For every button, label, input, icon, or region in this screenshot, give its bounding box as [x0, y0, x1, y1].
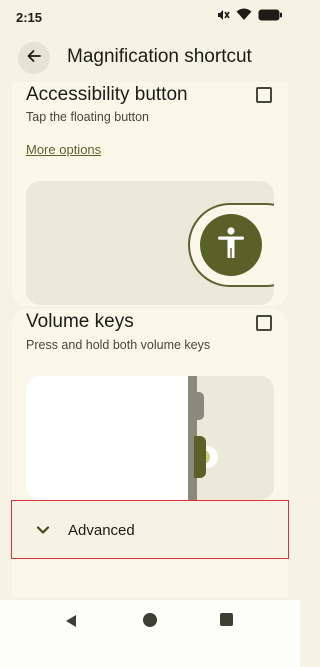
accessibility-person-icon: [216, 226, 246, 265]
phone-screen-illustration: [26, 376, 188, 500]
nav-home-icon[interactable]: [143, 613, 157, 627]
battery-icon: [258, 8, 282, 26]
more-options-link[interactable]: More options: [26, 142, 101, 157]
accessibility-button-preview: [26, 181, 274, 305]
volume-keys-title: Volume keys: [26, 311, 134, 332]
volume-keys-preview: [26, 376, 274, 500]
app-bar: Magnification shortcut: [0, 34, 300, 82]
chevron-down-icon: [34, 521, 52, 539]
arrow-back-icon: [26, 48, 42, 69]
accessibility-button-title: Accessibility button: [26, 84, 188, 105]
page-title: Magnification shortcut: [67, 46, 252, 67]
advanced-label: Advanced: [68, 522, 135, 539]
volume-keys-description: Press and hold both volume keys: [26, 338, 211, 352]
volume-up-key-illustration: [194, 392, 204, 420]
volume-down-key-illustration: [194, 436, 206, 478]
nav-back-icon[interactable]: [64, 614, 78, 633]
volume-keys-checkbox[interactable]: [256, 315, 272, 331]
status-icons: [216, 8, 282, 27]
navigation-bar: [0, 600, 300, 667]
accessibility-button-option[interactable]: Accessibility button Tap the floating bu…: [12, 82, 288, 306]
accessibility-button-description: Tap the floating button: [26, 110, 150, 124]
accessibility-button-checkbox[interactable]: [256, 87, 272, 103]
back-button[interactable]: [18, 42, 50, 74]
advanced-expander[interactable]: Advanced: [11, 500, 289, 559]
status-time: 2:15: [16, 9, 43, 25]
floating-accessibility-button: [200, 214, 262, 276]
nav-recents-icon[interactable]: [220, 613, 233, 626]
status-bar: 2:15: [0, 0, 300, 34]
wifi-icon: [236, 8, 252, 26]
mute-icon: [216, 8, 230, 27]
